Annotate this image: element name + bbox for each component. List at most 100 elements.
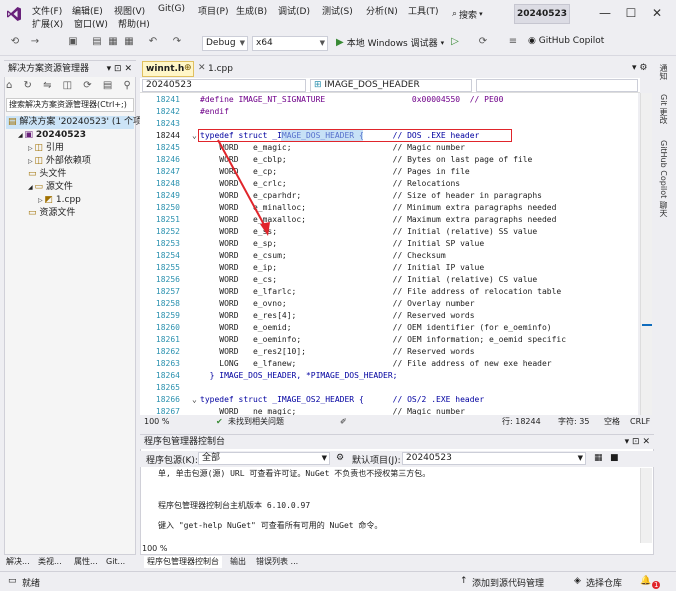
bell-icon[interactable]: 🔔 <box>640 576 651 586</box>
default-project-label: 默认项目(J): <box>352 456 401 466</box>
code-text: WORD e_res2[10]; // Reserved words <box>200 347 475 356</box>
menu-item[interactable]: Git(G) <box>158 4 185 14</box>
pmc-zoom[interactable]: 100 % <box>142 544 167 553</box>
minimize-button[interactable]: — <box>596 4 614 22</box>
tab-1-cpp[interactable]: 1.cpp <box>208 61 258 77</box>
add-to-source-control[interactable]: 添加到源代码管理 <box>472 576 544 589</box>
toolbar-options-icon[interactable]: ≡ <box>506 35 520 49</box>
line-number: 18263 <box>155 359 180 368</box>
chevron-down-icon: ▼ <box>239 39 245 47</box>
console-bottom-tab[interactable]: 输出 <box>230 556 246 568</box>
solution-bottom-tab[interactable]: Git... <box>106 556 125 568</box>
menu-item[interactable]: 分析(N) <box>366 4 398 17</box>
settings-icon[interactable]: ⚙ <box>336 453 344 463</box>
console-bottom-tab[interactable]: 错误列表 ... <box>256 556 298 568</box>
source-dropdown[interactable]: 全部 ▼ <box>198 452 330 465</box>
panel-controls-icon[interactable]: ▾ ⊡ ✕ <box>625 435 650 449</box>
rail-notifications[interactable]: 通知 <box>658 64 669 80</box>
clear-icon[interactable]: ▦ <box>594 453 603 463</box>
rail-copilot-chat[interactable]: GitHub Copilot 聊天 <box>658 140 669 217</box>
select-repository[interactable]: 选择仓库 <box>586 576 622 589</box>
solution-explorer-title: 解决方案资源管理器 ▾ ⊡ ✕ <box>4 61 136 77</box>
maximize-button[interactable]: ☐ <box>622 4 640 22</box>
console-bottom-tab[interactable]: 程序包管理器控制台 <box>144 556 222 568</box>
solution-search-input[interactable]: 搜索解决方案资源管理器(Ctrl+;) <box>6 98 134 112</box>
config-dropdown[interactable]: Debug ▼ <box>202 36 248 51</box>
menu-item[interactable]: 编辑(E) <box>72 4 103 17</box>
pmc-scrollbar[interactable] <box>640 468 652 543</box>
tree-item[interactable]: ◢ ▣ 20240523 <box>6 129 134 142</box>
editor-vertical-scrollbar[interactable] <box>640 93 652 415</box>
ready-status: 就绪 <box>22 579 41 589</box>
menu-item[interactable]: 生成(B) <box>236 4 267 17</box>
console-line: 单, 单击包源(源) URL 可查看许可证。NuGet 不负责也不授权第三方包。 <box>158 469 431 478</box>
nav-scope-dropdown[interactable]: ⊞ IMAGE_DOS_HEADER <box>310 79 472 92</box>
nav-member-dropdown[interactable] <box>476 79 638 92</box>
menu-item[interactable]: 文件(F) <box>32 4 62 17</box>
menu-item[interactable]: 窗口(W) <box>74 17 108 30</box>
undo-icon[interactable]: ↶ <box>146 35 160 49</box>
default-project-dropdown[interactable]: 20240523 ▼ <box>402 452 586 465</box>
hot-reload-icon[interactable]: ⟳ <box>476 35 490 49</box>
solution-explorer-toolbar[interactable]: ⌂ ↻ ⇋ ◫ ⟳ ▤ ⚲ <box>6 80 134 96</box>
line-number: 18264 <box>155 371 180 380</box>
check-icon: ✔ <box>216 417 223 426</box>
start-without-debug-icon[interactable]: ▷ <box>448 35 462 49</box>
tree-item[interactable]: ▭ 资源文件 <box>6 207 134 220</box>
forward-icon[interactable]: → <box>28 35 42 49</box>
line-number: 18267 <box>155 407 180 415</box>
menu-item[interactable]: 视图(V) <box>114 4 145 17</box>
tree-item[interactable]: ▷ ◫ 外部依赖项 <box>6 155 134 168</box>
code-text: #define IMAGE_NT_SIGNATURE 0x00004550 //… <box>200 95 504 104</box>
tab-options-icon[interactable]: ▾ ⚙ <box>632 63 647 73</box>
issues-status[interactable]: 未找到相关问题 <box>228 416 284 428</box>
tree-item[interactable]: ▷ ◫ 引用 <box>6 142 134 155</box>
pin-icon[interactable]: ⊕ <box>184 63 192 73</box>
solution-bottom-tab[interactable]: 类视... <box>38 556 62 568</box>
nav-project-dropdown[interactable]: 20240523 <box>142 79 306 92</box>
editor-zoom[interactable]: 100 % <box>144 416 169 428</box>
open-folder-icon[interactable]: ▤ <box>90 35 104 49</box>
close-button[interactable]: ✕ <box>648 4 666 22</box>
stop-icon[interactable]: ■ <box>610 453 619 463</box>
solution-bottom-tab[interactable]: 属性... <box>74 556 98 568</box>
tree-item-label: 1.cpp <box>55 195 81 205</box>
rail-git-changes[interactable]: Git 更改 <box>658 94 669 124</box>
menu-item[interactable]: 测试(S) <box>322 4 353 17</box>
chevron-down-icon: ▼ <box>577 454 583 462</box>
run-debugger-button[interactable]: ▶ 本地 Windows 调试器 ▾ <box>336 36 444 49</box>
github-copilot-button[interactable]: ◉ GitHub Copilot <box>528 36 604 46</box>
code-line: 18255 WORD e_ip; // Initial IP value <box>140 262 638 274</box>
menu-item[interactable]: 项目(P) <box>198 4 228 17</box>
close-tab-icon[interactable]: ✕ <box>198 63 206 73</box>
code-line: 18267 WORD ne_magic; // Magic number <box>140 406 638 415</box>
tree-item[interactable]: ▷ ◩ 1.cpp <box>6 194 134 207</box>
platform-dropdown[interactable]: x64 ▼ <box>252 36 328 51</box>
line-number: 18258 <box>155 299 180 308</box>
tree-item[interactable]: ▤ 解决方案 '20240523' (1 个项目) <box>6 116 154 129</box>
save-icon[interactable]: ▦ <box>106 35 120 49</box>
code-line: 18253 WORD e_sp; // Initial SP value <box>140 238 638 250</box>
menu-item[interactable]: 工具(T) <box>408 4 439 17</box>
brush-icon[interactable]: ✐ <box>340 416 347 428</box>
back-icon[interactable]: ⟲ <box>8 35 22 49</box>
fold-toggle-icon[interactable]: ⌄ <box>192 394 197 406</box>
chevron-down-icon: ▼ <box>319 39 325 47</box>
tree-item[interactable]: ▭ 头文件 <box>6 168 134 181</box>
menu-item[interactable]: 扩展(X) <box>32 17 63 30</box>
redo-icon[interactable]: ↷ <box>170 35 184 49</box>
save-all-icon[interactable]: ▦ <box>122 35 136 49</box>
struct-icon: ⊞ <box>314 80 325 90</box>
search-label: 搜索 <box>459 10 478 21</box>
solution-bottom-tab[interactable]: 解决... <box>6 556 30 568</box>
new-project-icon[interactable]: ▣ <box>66 35 80 49</box>
indent-mode[interactable]: 空格 <box>604 416 620 428</box>
tree-item[interactable]: ◢ ▭ 源文件 <box>6 181 134 194</box>
menu-item[interactable]: 调试(D) <box>278 4 310 17</box>
menu-item[interactable]: 帮助(H) <box>118 17 150 30</box>
panel-controls-icon[interactable]: ▾ ⊡ ✕ <box>107 61 132 77</box>
code-text: #endif <box>200 107 229 116</box>
search-box[interactable]: ⌕ 搜索 ▾ <box>452 6 508 22</box>
eol-mode[interactable]: CRLF <box>630 416 650 428</box>
console-line: 程序包管理器控制台主机版本 6.10.0.97 <box>158 501 311 510</box>
